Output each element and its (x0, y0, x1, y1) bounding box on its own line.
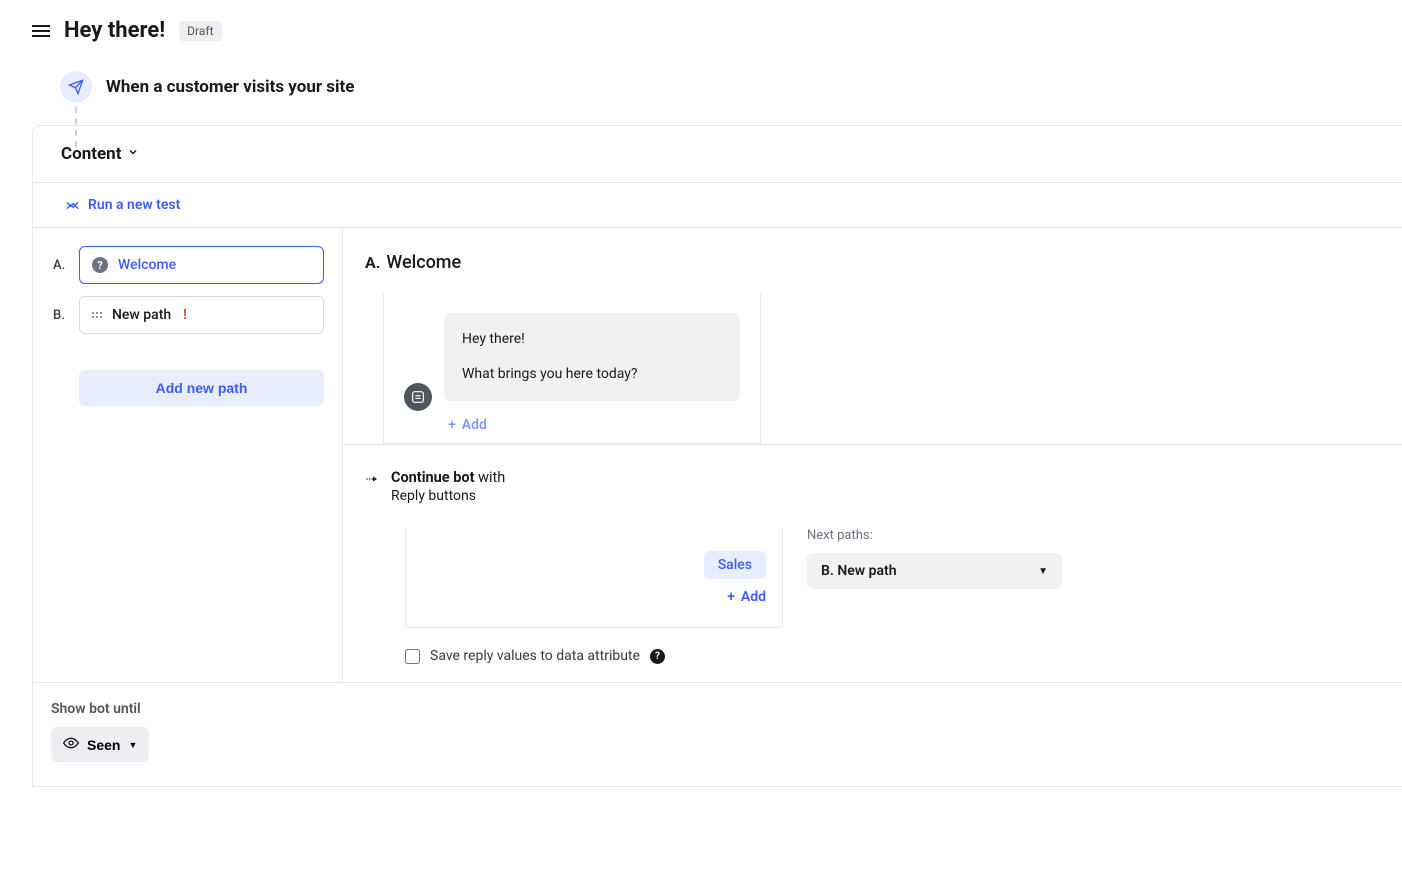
plus-icon: + (448, 417, 456, 433)
page-title: Hey there! (64, 18, 165, 43)
continue-arrow-icon (365, 471, 381, 487)
path-letter: B. (53, 308, 69, 323)
show-bot-until-label: Show bot until (51, 701, 1384, 717)
send-icon (60, 71, 92, 103)
reply-buttons-box[interactable]: Sales + Add (405, 528, 783, 628)
seen-label: Seen (87, 737, 120, 753)
run-test-label: Run a new test (88, 197, 180, 213)
message-line: Hey there! (462, 329, 722, 350)
selected-path-name: Welcome (386, 252, 461, 273)
eye-icon (63, 735, 79, 754)
menu-icon[interactable] (32, 25, 50, 37)
bot-avatar-icon (404, 383, 432, 411)
continue-bot-with: with (474, 469, 505, 486)
add-label: Add (462, 417, 487, 433)
path-item-new-path[interactable]: New path ! (79, 296, 324, 334)
path-item-welcome[interactable]: ? Welcome (79, 246, 324, 284)
help-icon[interactable]: ? (650, 649, 665, 664)
drag-handle-icon[interactable] (92, 312, 102, 318)
status-badge: Draft (179, 21, 221, 41)
connector-line (75, 107, 77, 147)
warning-icon: ! (183, 307, 187, 323)
path-name: New path (112, 307, 171, 323)
path-name: Welcome (118, 257, 176, 273)
next-path-selected: B. New path (821, 563, 897, 579)
save-reply-label: Save reply values to data attribute (430, 648, 640, 664)
caret-down-icon: ▼ (1038, 566, 1048, 577)
add-reply-button[interactable]: + Add (727, 589, 766, 605)
path-letter: A. (53, 258, 69, 273)
content-heading: Content (61, 144, 121, 164)
caret-down-icon: ▼ (128, 740, 137, 750)
add-message-button[interactable]: + Add (448, 417, 487, 433)
message-line: What brings you here today? (462, 364, 722, 385)
continue-bot-title: Continue bot (391, 469, 474, 486)
save-reply-checkbox[interactable] (405, 649, 420, 664)
run-new-test-button[interactable]: Run a new test (33, 183, 1402, 228)
selected-path-letter: A. (365, 253, 380, 272)
seen-dropdown-button[interactable]: Seen ▼ (51, 727, 149, 762)
next-paths-label: Next paths: (807, 528, 1062, 543)
content-section-toggle[interactable]: Content (33, 126, 1402, 183)
trigger-label: When a customer visits your site (106, 77, 354, 97)
add-new-path-button[interactable]: Add new path (79, 370, 324, 406)
add-label: Add (741, 589, 766, 605)
help-icon: ? (92, 257, 108, 273)
plus-icon: + (727, 589, 735, 605)
chevron-down-icon (127, 146, 139, 162)
message-bubble[interactable]: Hey there! What brings you here today? (444, 313, 740, 401)
next-path-select[interactable]: B. New path ▼ (807, 553, 1062, 589)
reply-button-chip[interactable]: Sales (704, 551, 766, 579)
continue-bot-subtitle: Reply buttons (391, 488, 505, 504)
